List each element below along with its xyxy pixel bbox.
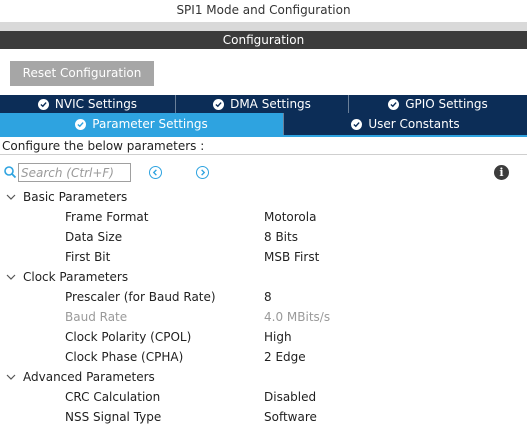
chevron-down-icon[interactable] [6, 372, 16, 382]
param-name: CRC Calculation [65, 390, 161, 404]
tab-gpio-settings[interactable]: GPIO Settings [349, 95, 527, 113]
tab-label: NVIC Settings [54, 97, 138, 111]
group-advanced-parameters[interactable]: Advanced Parameters [0, 367, 527, 387]
param-name: Baud Rate [65, 310, 128, 324]
check-circle-icon [75, 118, 87, 130]
param-value[interactable]: Disabled [264, 387, 316, 407]
group-label: Clock Parameters [23, 270, 129, 284]
group-basic-parameters[interactable]: Basic Parameters [0, 187, 527, 207]
reset-configuration-button[interactable]: Reset Configuration [10, 61, 154, 86]
chevron-left-icon [152, 169, 157, 176]
tab-label: DMA Settings [230, 97, 311, 111]
tab-row-1: NVIC Settings DMA Settings GPIO Settings [0, 95, 527, 113]
title-separator [0, 22, 527, 31]
tab-label: User Constants [368, 117, 460, 131]
tab-label: Parameter Settings [92, 117, 208, 131]
param-row[interactable]: Data Size 8 Bits [0, 227, 527, 247]
param-row[interactable]: NSS Signal Type Software [0, 407, 527, 427]
param-value[interactable]: 2 Edge [264, 347, 306, 367]
param-name: Frame Format [65, 210, 149, 224]
param-value[interactable]: High [264, 327, 292, 347]
param-value: 4.0 MBits/s [264, 310, 331, 324]
param-name: NSS Signal Type [65, 410, 162, 424]
configure-parameters-label: Configure the below parameters : [0, 137, 527, 155]
check-circle-icon [351, 118, 363, 130]
tab-label: GPIO Settings [405, 97, 488, 111]
check-circle-icon [37, 98, 49, 110]
search-previous-button[interactable] [149, 166, 162, 179]
param-value[interactable]: Software [264, 407, 317, 427]
param-value[interactable]: 8 [264, 287, 272, 307]
chevron-right-icon [201, 169, 206, 176]
chevron-down-icon[interactable] [6, 272, 16, 282]
param-row[interactable]: Clock Phase (CPHA) 2 Edge [0, 347, 527, 367]
tab-nvic-settings[interactable]: NVIC Settings [0, 95, 176, 113]
group-label: Advanced Parameters [23, 370, 155, 384]
chevron-down-icon[interactable] [6, 192, 16, 202]
param-value[interactable]: MSB First [264, 247, 319, 267]
param-row[interactable]: Frame Format Motorola [0, 207, 527, 227]
param-row: Baud Rate 4.0 MBits/s [0, 307, 527, 327]
parameter-tree: Basic Parameters Frame Format Motorola D… [0, 187, 527, 427]
param-name: Data Size [65, 230, 123, 244]
param-name: Clock Phase (CPHA) [65, 350, 184, 364]
param-name: Prescaler (for Baud Rate) [65, 290, 216, 304]
param-row[interactable]: CRC Calculation Disabled [0, 387, 527, 407]
search-icon [4, 166, 17, 179]
configuration-header: Configuration [0, 31, 527, 49]
check-circle-icon [213, 98, 225, 110]
group-clock-parameters[interactable]: Clock Parameters [0, 267, 527, 287]
search-next-button[interactable] [196, 166, 209, 179]
tab-row-2: Parameter Settings User Constants [0, 113, 527, 135]
param-row[interactable]: Prescaler (for Baud Rate) 8 [0, 287, 527, 307]
param-name: Clock Polarity (CPOL) [65, 330, 192, 344]
tab-parameter-settings[interactable]: Parameter Settings [0, 113, 284, 135]
param-value[interactable]: 8 Bits [264, 227, 298, 247]
search-row: i [0, 162, 527, 184]
group-label: Basic Parameters [23, 190, 128, 204]
param-value[interactable]: Motorola [264, 207, 316, 227]
info-icon[interactable]: i [494, 165, 509, 180]
tab-dma-settings[interactable]: DMA Settings [176, 95, 349, 113]
check-circle-icon [388, 98, 400, 110]
param-row[interactable]: First Bit MSB First [0, 247, 527, 267]
window-title: SPI1 Mode and Configuration [0, 0, 527, 22]
search-input[interactable] [18, 163, 131, 182]
param-name: First Bit [65, 250, 111, 264]
param-row[interactable]: Clock Polarity (CPOL) High [0, 327, 527, 347]
tab-user-constants[interactable]: User Constants [284, 113, 527, 135]
